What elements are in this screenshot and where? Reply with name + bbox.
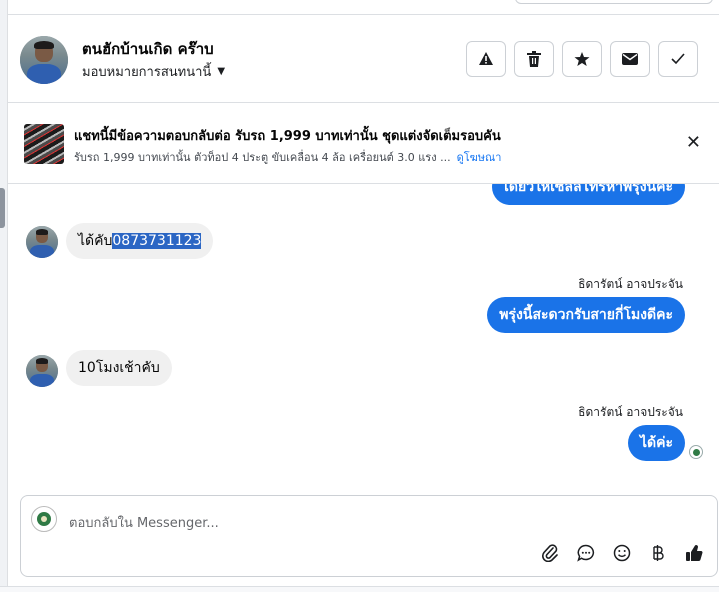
envelope-icon (622, 53, 638, 65)
chat-bubble-icon (577, 544, 595, 562)
paperclip-icon (542, 544, 558, 562)
contact-avatar-small[interactable] (26, 355, 58, 387)
ad-reply-banner: แชทนี้มีข้อความตอบกลับต่อ รับรถ 1,999 บา… (8, 103, 719, 184)
assign-label: มอบหมายการสนทนานี้ (82, 65, 212, 80)
star-icon (574, 52, 590, 66)
close-icon[interactable]: ✕ (686, 134, 701, 152)
message-text: ได้คับ (78, 233, 113, 249)
delete-button[interactable] (514, 41, 554, 77)
check-icon (671, 53, 685, 65)
mark-unread-button[interactable] (610, 41, 650, 77)
contact-avatar[interactable] (20, 36, 68, 84)
like-button[interactable] (683, 542, 705, 564)
message-outgoing[interactable]: พรุ่งนี้สะดวกรับสายกี่โมงดีคะ (487, 297, 685, 333)
view-ad-link[interactable]: ดูโฆษณา (457, 151, 502, 164)
message-list: เดี๋ยวให้เซลล์โทรหาพรุ่งนี้ค่ะ ได้คับ087… (8, 184, 719, 490)
sender-name: ธิดารัตน์ อาจประจัน (578, 405, 683, 419)
ad-description: รับรถ 1,999 บาทเท่านั้น ตัวท็อป 4 ประตู … (74, 151, 451, 164)
thumbs-up-icon (686, 545, 703, 562)
message-outgoing[interactable]: เดี๋ยวให้เซลล์โทรหาพรุ่งนี้ค่ะ (492, 184, 685, 205)
page-logo-icon (31, 506, 57, 532)
header-actions (466, 41, 698, 77)
attach-button[interactable] (539, 542, 561, 564)
selected-phone-number[interactable]: 0873731123 (112, 233, 202, 249)
smiley-icon (613, 544, 631, 562)
contact-avatar-small[interactable] (26, 226, 58, 258)
messenger-conversation: ตนฮักบ้านเกิด คร๊าบ มอบหมายการสนทนานี้ ▼ (0, 0, 719, 592)
conversation-header: ตนฮักบ้านเกิด คร๊าบ มอบหมายการสนทนานี้ ▼ (8, 15, 719, 103)
composer-tools (539, 542, 705, 564)
message-incoming[interactable]: ได้คับ0873731123 (66, 223, 214, 259)
reply-input[interactable]: ตอบกลับใน Messenger... (69, 512, 219, 533)
message-outgoing[interactable]: ได้ค่ะ (627, 425, 685, 461)
reply-composer: ตอบกลับใน Messenger... (20, 495, 718, 577)
emoji-button[interactable] (611, 542, 633, 564)
payment-button[interactable] (647, 542, 669, 564)
top-search-box[interactable] (515, 0, 713, 4)
trash-icon (527, 51, 541, 67)
bottom-strip (0, 586, 719, 592)
left-edge (0, 0, 8, 592)
mark-done-button[interactable] (658, 41, 698, 77)
report-button[interactable] (466, 41, 506, 77)
contact-name[interactable]: ตนฮักบ้านเกิด คร๊าบ (82, 37, 214, 61)
warning-icon (479, 52, 493, 65)
assign-conversation-dropdown[interactable]: มอบหมายการสนทนานี้ ▼ (82, 61, 225, 82)
scroll-handle[interactable] (0, 188, 5, 228)
seen-indicator-icon (689, 445, 703, 459)
message-incoming[interactable]: 10โมงเช้าคับ (66, 350, 172, 386)
ad-thumbnail[interactable] (24, 124, 64, 164)
sender-name: ธิดารัตน์ อาจประจัน (578, 277, 683, 291)
ad-subtitle: รับรถ 1,999 บาทเท่านั้น ตัวท็อป 4 ประตู … (74, 148, 501, 166)
caret-down-icon: ▼ (217, 66, 226, 77)
top-strip (8, 0, 719, 15)
ad-title: แชทนี้มีข้อความตอบกลับต่อ รับรถ 1,999 บา… (74, 129, 501, 144)
star-button[interactable] (562, 41, 602, 77)
baht-icon (653, 545, 664, 561)
saved-replies-button[interactable] (575, 542, 597, 564)
